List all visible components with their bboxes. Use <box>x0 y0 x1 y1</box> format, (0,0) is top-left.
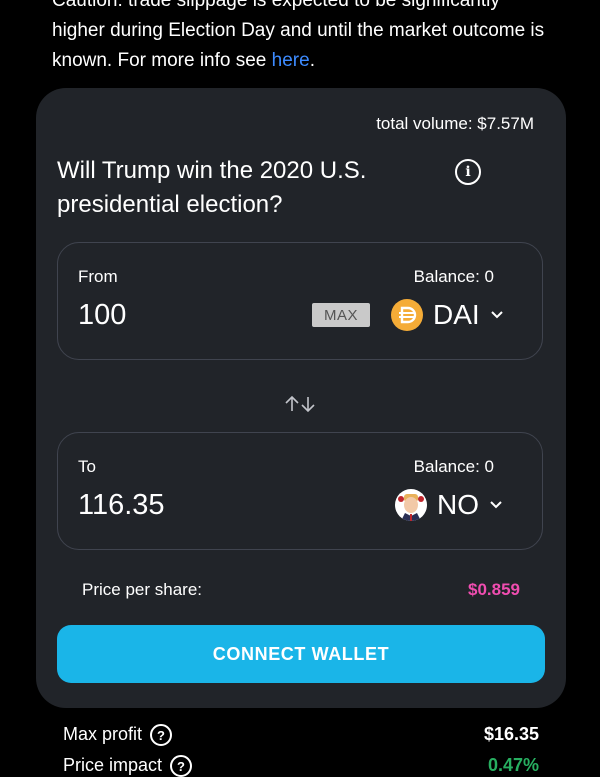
price-per-share-label: Price per share: <box>82 580 202 599</box>
connect-wallet-button[interactable]: CONNECT WALLET <box>57 625 545 683</box>
from-token-selector[interactable]: DAI <box>391 299 504 331</box>
market-question: Will Trump win the 2020 U.S. presidentia… <box>57 157 367 218</box>
trade-card: total volume: $7.57M Will Trump win the … <box>36 88 566 708</box>
price-impact-row: Price impact? 0.47% <box>63 755 539 777</box>
swap-arrows-icon[interactable] <box>282 393 318 415</box>
help-icon[interactable]: ? <box>150 724 173 747</box>
caution-notice: Caution: trade slippage is expected to b… <box>52 0 582 76</box>
help-icon[interactable]: ? <box>170 755 193 777</box>
caution-line-3-end: . <box>309 50 315 71</box>
to-token-selector[interactable]: NO <box>395 489 503 521</box>
caution-line-3: known. For more info see here. <box>52 46 582 76</box>
chevron-down-icon <box>490 501 502 509</box>
to-token-name: NO <box>437 489 479 520</box>
dai-token-icon <box>391 299 423 331</box>
info-icon[interactable]: i <box>455 159 481 185</box>
to-panel: To Balance: 0 NO <box>57 432 543 550</box>
to-amount-input[interactable] <box>78 489 278 522</box>
max-profit-label: Max profit <box>63 724 143 744</box>
caution-line-3-text: known. For more info see <box>52 50 272 71</box>
max-profit-row: Max profit? $16.35 <box>63 724 539 747</box>
chevron-down-icon <box>490 311 503 319</box>
caution-line-2: higher during Election Day and until the… <box>52 20 545 41</box>
price-impact-label: Price impact <box>63 755 163 775</box>
from-amount-input[interactable] <box>78 299 278 332</box>
from-token-name: DAI <box>433 299 480 330</box>
from-label: From <box>78 267 118 286</box>
max-button[interactable]: MAX <box>312 303 370 327</box>
total-volume: total volume: $7.57M <box>376 114 534 133</box>
from-balance: Balance: 0 <box>413 267 494 286</box>
price-impact-value: 0.47% <box>487 755 539 775</box>
caution-line-1: Caution: trade slippage is expected to b… <box>52 0 500 11</box>
price-per-share-value: $0.859 <box>468 580 520 599</box>
from-panel: From Balance: 0 MAX DAI <box>57 242 543 360</box>
more-info-link[interactable]: here <box>272 50 310 71</box>
trump-token-icon <box>395 489 427 521</box>
max-profit-value: $16.35 <box>483 724 539 744</box>
to-balance: Balance: 0 <box>413 457 494 476</box>
to-label: To <box>78 457 96 476</box>
price-per-share-row: Price per share: $0.859 <box>82 580 520 600</box>
